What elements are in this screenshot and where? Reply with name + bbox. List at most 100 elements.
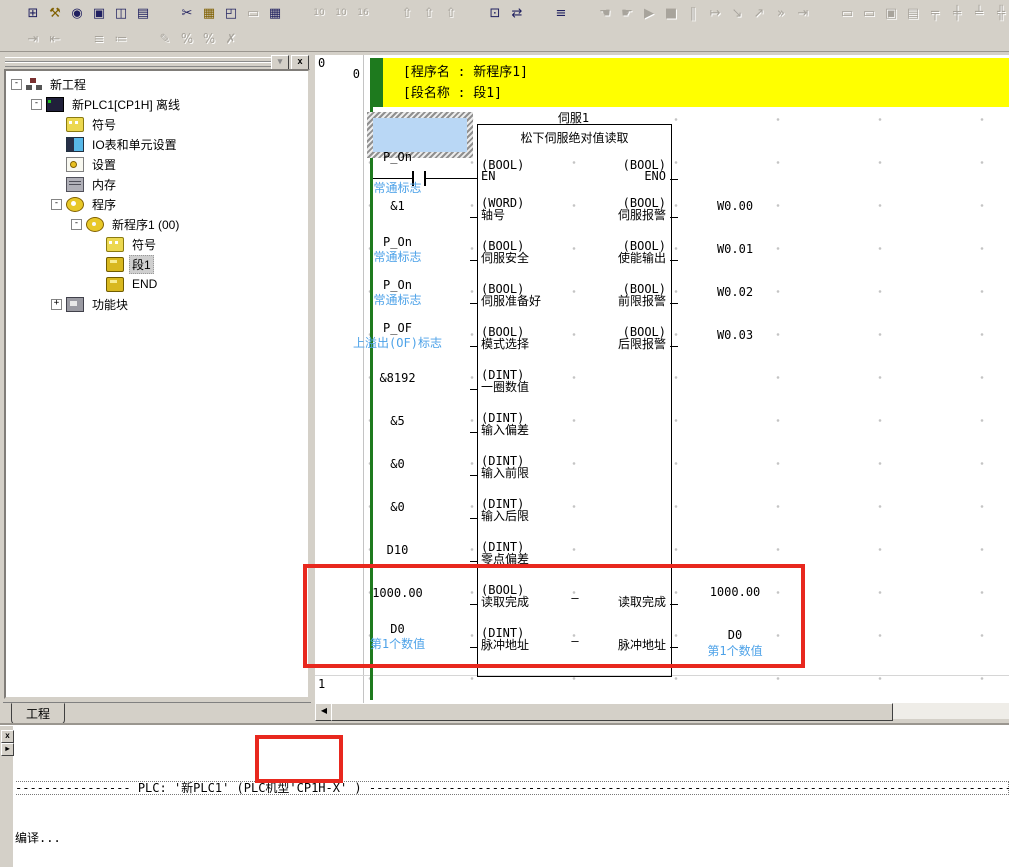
- grid-t3-icon[interactable]: ╧: [968, 3, 990, 25]
- annotation-box-output: [255, 735, 343, 783]
- fb-input-operand[interactable]: &1: [325, 199, 470, 213]
- fb-pin-row: &1 (WORD) 轴号 (BOOL) 伺服报警 W0.00: [315, 185, 1009, 228]
- fb-input-operand[interactable]: D10: [325, 543, 470, 557]
- pause-icon[interactable]: ‖: [682, 3, 704, 25]
- rung-annotation-icon[interactable]: ≔: [110, 28, 132, 50]
- tree-expander[interactable]: -: [51, 199, 62, 210]
- compile-icon[interactable]: ⚒: [44, 3, 66, 25]
- cascade-windows-icon[interactable]: ▣: [88, 3, 110, 25]
- section-name-comment: [段名称 : 段1]: [403, 83, 1009, 104]
- force-cancel-icon[interactable]: ✗: [220, 28, 242, 50]
- fb-input-pin-stub: [470, 518, 478, 519]
- cx-programmer-window: ⊞ ⚒ ◉ ▣ ◫ ▤ ✂ ▦ ◰ ▭ ▦ 10 10 16: [0, 0, 1009, 867]
- tree-item-plc[interactable]: - 新PLC1[CP1H] 离线: [6, 94, 308, 114]
- monitor-signed-decimal-icon[interactable]: 10: [330, 3, 352, 25]
- tree-item-label: 功能块: [89, 295, 131, 314]
- compare-program-icon[interactable]: ≡: [550, 3, 572, 25]
- tree-item-section1[interactable]: 段1: [6, 254, 308, 274]
- fb-input-operand[interactable]: P_On: [325, 278, 470, 292]
- fb-output-operand[interactable]: W0.00: [680, 199, 790, 213]
- pane-grip[interactable]: [5, 62, 271, 67]
- fb-input-operand[interactable]: &0: [325, 500, 470, 514]
- force-on-icon[interactable]: %: [176, 28, 198, 50]
- io-comment-icon[interactable]: ▦: [264, 3, 286, 25]
- monitor-hex-icon[interactable]: 16: [352, 3, 374, 25]
- work-online-icon[interactable]: ⊡: [484, 3, 506, 25]
- tree-item-memory[interactable]: 内存: [6, 174, 308, 194]
- step-out-icon[interactable]: ↗: [748, 3, 770, 25]
- tree-item-label: END: [129, 276, 160, 292]
- tree-item-label: IO表和单元设置: [89, 135, 180, 154]
- fb-pin-row: &0 (DINT) 输入后限: [315, 486, 1009, 529]
- fb-input-operand[interactable]: &8192: [325, 371, 470, 385]
- tree-item-project[interactable]: - 新工程: [6, 74, 308, 94]
- stop-icon[interactable]: ■: [660, 3, 682, 25]
- monitor-box3-icon[interactable]: ▣: [880, 3, 902, 25]
- fb-output-operand[interactable]: W0.03: [680, 328, 790, 342]
- fb-input-operand[interactable]: &5: [325, 414, 470, 428]
- fb-output-operand[interactable]: W0.01: [680, 242, 790, 256]
- toolbar-secondary: ⇥ ⇤ ≡ ≔ ✎ % % ✗: [0, 27, 1009, 52]
- tree-expander[interactable]: +: [51, 299, 62, 310]
- monitor-box4-icon[interactable]: ▤: [902, 3, 924, 25]
- rung-comment-banner[interactable]: [程序名 : 新程序1] [段名称 : 段1]: [370, 58, 1009, 107]
- scan-run-icon[interactable]: ⇥: [792, 3, 814, 25]
- fb-input-operand[interactable]: &0: [325, 457, 470, 471]
- tree-item-io-table[interactable]: IO表和单元设置: [6, 134, 308, 154]
- dialog-icon[interactable]: ▭: [242, 3, 264, 25]
- output-expand-button[interactable]: ▸: [1, 743, 14, 756]
- section-list-icon[interactable]: ◰: [220, 3, 242, 25]
- local-symbol-table-icon[interactable]: ▦: [198, 3, 220, 25]
- indent-increase-icon[interactable]: ⇥: [22, 28, 44, 50]
- step-run-icon[interactable]: ↦: [704, 3, 726, 25]
- work-online-simulator-icon[interactable]: ⇄: [506, 3, 528, 25]
- tree-expander[interactable]: -: [31, 99, 42, 110]
- tree-item-programs[interactable]: - 程序: [6, 194, 308, 214]
- tree-item-settings[interactable]: 设置: [6, 154, 308, 174]
- tree-item-icon: [66, 117, 84, 132]
- compile-output-line[interactable]: ---------------- PLC: '新PLC1' (PLC机型'CP1…: [15, 781, 1009, 795]
- fb-input-operand[interactable]: P_On: [325, 235, 470, 249]
- transfer-to-plc-icon[interactable]: ⇧: [396, 3, 418, 25]
- grid-t1-icon[interactable]: ╤: [924, 3, 946, 25]
- properties-icon[interactable]: ▤: [132, 3, 154, 25]
- run-icon[interactable]: ▶: [638, 3, 660, 25]
- monitor-box1-icon[interactable]: ▭: [836, 3, 858, 25]
- pane-close-button[interactable]: x: [291, 55, 309, 70]
- rung-comment-icon[interactable]: ≡: [88, 28, 110, 50]
- tree-item-program1-symbols[interactable]: 符号: [6, 234, 308, 254]
- tree-item-program1[interactable]: - 新程序1 (00): [6, 214, 308, 234]
- window-switch-icon[interactable]: ⊞: [22, 3, 44, 25]
- verify-with-plc-icon[interactable]: ⇧: [440, 3, 462, 25]
- tile-windows-icon[interactable]: ◫: [110, 3, 132, 25]
- compile-output-line[interactable]: 编译...: [15, 832, 1009, 844]
- tree-expander[interactable]: -: [11, 79, 22, 90]
- ladder-hscrollbar[interactable]: ◀: [315, 703, 1009, 719]
- preview-window-icon[interactable]: ◉: [66, 3, 88, 25]
- step-in-icon[interactable]: ↘: [726, 3, 748, 25]
- fb-input-operand[interactable]: P_OF: [325, 321, 470, 335]
- force-off-icon[interactable]: %: [198, 28, 220, 50]
- tree-item-function-blocks[interactable]: + 功能块: [6, 294, 308, 314]
- cross-reference-icon[interactable]: ✂: [176, 3, 198, 25]
- resume-monitor-icon[interactable]: ☛: [616, 3, 638, 25]
- pane-dropdown-button[interactable]: ▾: [271, 55, 289, 70]
- fb-input-operand[interactable]: P_On: [325, 150, 470, 164]
- scrollbar-thumb[interactable]: [331, 703, 893, 721]
- grid-t2-icon[interactable]: ╪: [946, 3, 968, 25]
- indent-decrease-icon[interactable]: ⇤: [44, 28, 66, 50]
- monitor-decimal-icon[interactable]: 10: [308, 3, 330, 25]
- continuous-step-icon[interactable]: »: [770, 3, 792, 25]
- tree-item-icon: [66, 297, 84, 312]
- tree-expander[interactable]: -: [71, 219, 82, 230]
- tree-item-end[interactable]: END: [6, 274, 308, 294]
- differential-monitor-icon[interactable]: ✎: [154, 28, 176, 50]
- tab-project[interactable]: 工程: [11, 703, 65, 725]
- tree-item-symbols[interactable]: 符号: [6, 114, 308, 134]
- transfer-from-plc-icon[interactable]: ⇧: [418, 3, 440, 25]
- grid-t4-icon[interactable]: ╬: [990, 3, 1009, 25]
- pause-monitor-icon[interactable]: ☚: [594, 3, 616, 25]
- monitor-box2-icon[interactable]: ▭: [858, 3, 880, 25]
- fb-output-operand[interactable]: W0.02: [680, 285, 790, 299]
- output-close-button[interactable]: x: [1, 730, 14, 743]
